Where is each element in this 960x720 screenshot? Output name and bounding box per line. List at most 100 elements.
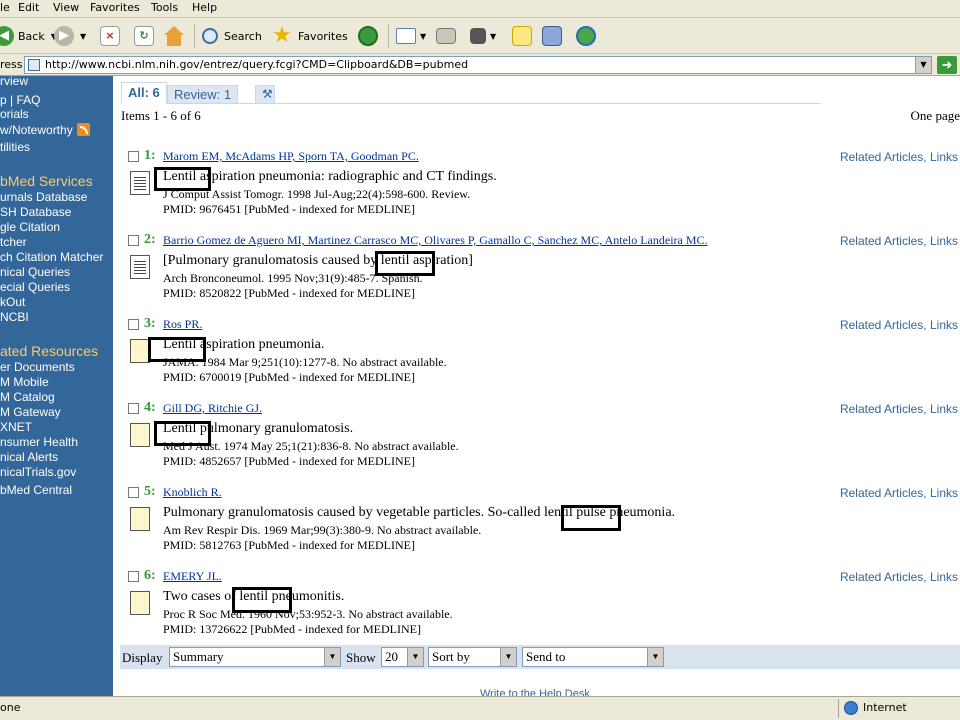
toolbar-separator: [194, 24, 195, 48]
record-authors-link[interactable]: Ros PR.: [163, 317, 202, 332]
discuss-button[interactable]: [512, 24, 532, 48]
sidebar-item-nlm-gateway[interactable]: M Gateway: [0, 405, 61, 419]
sidebar-item-clinical-alerts[interactable]: nical Alerts: [0, 450, 58, 464]
mail-button[interactable]: ▼: [396, 24, 426, 48]
sidebar-item-my-ncbi[interactable]: NCBI: [0, 310, 29, 324]
highlight-box: [148, 337, 206, 362]
security-zone: Internet: [838, 699, 960, 718]
record-checkbox[interactable]: [128, 571, 139, 582]
menu-file[interactable]: le: [0, 1, 10, 14]
sidebar-item-utilities[interactable]: tilities: [0, 140, 30, 154]
record-checkbox[interactable]: [128, 403, 139, 414]
refresh-icon: ↻: [134, 26, 154, 46]
result-record: 1: Marom EM, McAdams HP, Sporn TA, Goodm…: [128, 148, 960, 229]
show-label: Show: [346, 650, 376, 665]
abstract-icon[interactable]: [130, 171, 150, 195]
menu-view[interactable]: View: [53, 1, 79, 14]
sidebar-item-clinicaltrials-gov[interactable]: nicalTrials.gov: [0, 465, 76, 479]
sidebar-item-toxnet[interactable]: XNET: [0, 420, 32, 434]
sidebar-item-special-queries[interactable]: ecial Queries: [0, 280, 70, 294]
stop-icon: ×: [100, 26, 120, 46]
display-format-select[interactable]: Summary ▼: [169, 647, 341, 667]
no-abstract-icon[interactable]: [130, 423, 150, 447]
menu-edit[interactable]: Edit: [18, 1, 39, 14]
sidebar-item-nlm-mobile[interactable]: M Mobile: [0, 375, 49, 389]
record-authors-link[interactable]: Gill DG, Ritchie GJ.: [163, 401, 262, 416]
sidebar-item-single-citation[interactable]: gle Citation: [0, 220, 60, 234]
messenger-button[interactable]: [576, 24, 596, 48]
sort-select[interactable]: Sort by ▼: [428, 647, 517, 667]
related-articles-link[interactable]: Related Articles, Links: [840, 402, 958, 416]
sidebar-item-mesh-database[interactable]: SH Database: [0, 205, 71, 219]
send-to-select[interactable]: Send to ▼: [522, 647, 664, 667]
record-number: 6:: [144, 568, 156, 583]
sidebar-item-overview[interactable]: rview: [0, 74, 28, 88]
favorites-button[interactable]: ★ Favorites: [272, 24, 348, 48]
history-button[interactable]: [358, 24, 378, 48]
record-checkbox[interactable]: [128, 319, 139, 330]
menu-tools[interactable]: Tools: [151, 1, 178, 14]
help-desk-link[interactable]: Write to the Help Desk: [480, 688, 590, 696]
forward-arrow-icon: ▶: [54, 26, 74, 46]
show-count-select[interactable]: 20 ▼: [381, 647, 424, 667]
record-number: 3:: [144, 316, 156, 331]
no-abstract-icon[interactable]: [130, 591, 150, 615]
edit-button[interactable]: ▼: [470, 24, 496, 48]
record-pmid: PMID: 9676451 [PubMed - indexed for MEDL…: [163, 202, 415, 216]
no-abstract-icon[interactable]: [130, 507, 150, 531]
go-button[interactable]: ➜: [937, 56, 957, 74]
record-authors-link[interactable]: Barrio Gomez de Aguero MI, Martinez Carr…: [163, 233, 708, 248]
address-dropdown-icon[interactable]: ▼: [915, 57, 931, 73]
sidebar-item-consumer-health[interactable]: nsumer Health: [0, 435, 78, 449]
related-articles-link[interactable]: Related Articles, Links: [840, 150, 958, 164]
sidebar-item-batch-citation-matcher[interactable]: ch Citation Matcher: [0, 250, 103, 264]
sidebar-item-linkout[interactable]: kOut: [0, 295, 25, 309]
highlight-box: [154, 167, 211, 191]
record-authors-link[interactable]: Marom EM, McAdams HP, Sporn TA, Goodman …: [163, 149, 419, 164]
sidebar-item-matcher[interactable]: tcher: [0, 235, 27, 249]
tab-all[interactable]: All: 6: [121, 82, 167, 104]
record-number: 1:: [144, 148, 156, 163]
sidebar-item-tutorials[interactable]: orials: [0, 107, 29, 121]
record-checkbox[interactable]: [128, 235, 139, 246]
related-articles-link[interactable]: Related Articles, Links: [840, 570, 958, 584]
address-input[interactable]: http://www.ncbi.nlm.nih.gov/entrez/query…: [24, 56, 932, 74]
back-button[interactable]: ◀ Back ▼: [0, 24, 57, 48]
sidebar-item-journals-database[interactable]: urnals Database: [0, 190, 87, 204]
tab-review[interactable]: Review: 1: [167, 85, 239, 104]
record-authors-link[interactable]: Knoblich R.: [163, 485, 222, 500]
main-content: All: 6 Review: 1 ⚒ Items 1 - 6 of 6 One …: [113, 76, 960, 696]
research-button[interactable]: [542, 24, 562, 48]
print-button[interactable]: [436, 24, 456, 48]
highlight-box: [232, 587, 292, 613]
sidebar-item-clinical-queries[interactable]: nical Queries: [0, 265, 70, 279]
related-articles-link[interactable]: Related Articles, Links: [840, 318, 958, 332]
sidebar-item-help-faq[interactable]: p | FAQ: [0, 93, 40, 107]
search-button[interactable]: Search: [202, 24, 262, 48]
menu-favorites[interactable]: Favorites: [90, 1, 140, 14]
refresh-button[interactable]: ↻: [134, 24, 154, 48]
menu-help[interactable]: Help: [192, 1, 217, 14]
no-abstract-icon[interactable]: [130, 339, 150, 363]
sidebar-item-nlm-catalog[interactable]: M Catalog: [0, 390, 55, 404]
record-checkbox[interactable]: [128, 487, 139, 498]
globe-icon: [844, 701, 858, 715]
sidebar-item-new-noteworthy[interactable]: w/Noteworthy: [0, 123, 90, 137]
record-number: 4:: [144, 400, 156, 415]
home-button[interactable]: [164, 24, 184, 48]
result-record: 6: EMERY JL. Related Articles, Links Two…: [128, 568, 960, 649]
back-label: Back: [18, 29, 45, 43]
record-checkbox[interactable]: [128, 151, 139, 162]
related-articles-link[interactable]: Related Articles, Links: [840, 234, 958, 248]
stop-button[interactable]: ×: [100, 24, 120, 48]
tab-tools[interactable]: ⚒: [255, 85, 275, 104]
sidebar-item-order-documents[interactable]: er Documents: [0, 360, 75, 374]
sidebar-item-pubmed-central[interactable]: bMed Central: [0, 483, 72, 497]
forward-button[interactable]: ▶ ▼: [54, 24, 86, 48]
related-articles-link[interactable]: Related Articles, Links: [840, 486, 958, 500]
record-pmid: PMID: 4852657 [PubMed - indexed for MEDL…: [163, 454, 415, 468]
sidebar-item-label: w/Noteworthy: [0, 123, 73, 137]
record-authors-link[interactable]: EMERY JL.: [163, 569, 222, 584]
abstract-icon[interactable]: [130, 255, 150, 279]
rss-icon[interactable]: [76, 123, 90, 136]
